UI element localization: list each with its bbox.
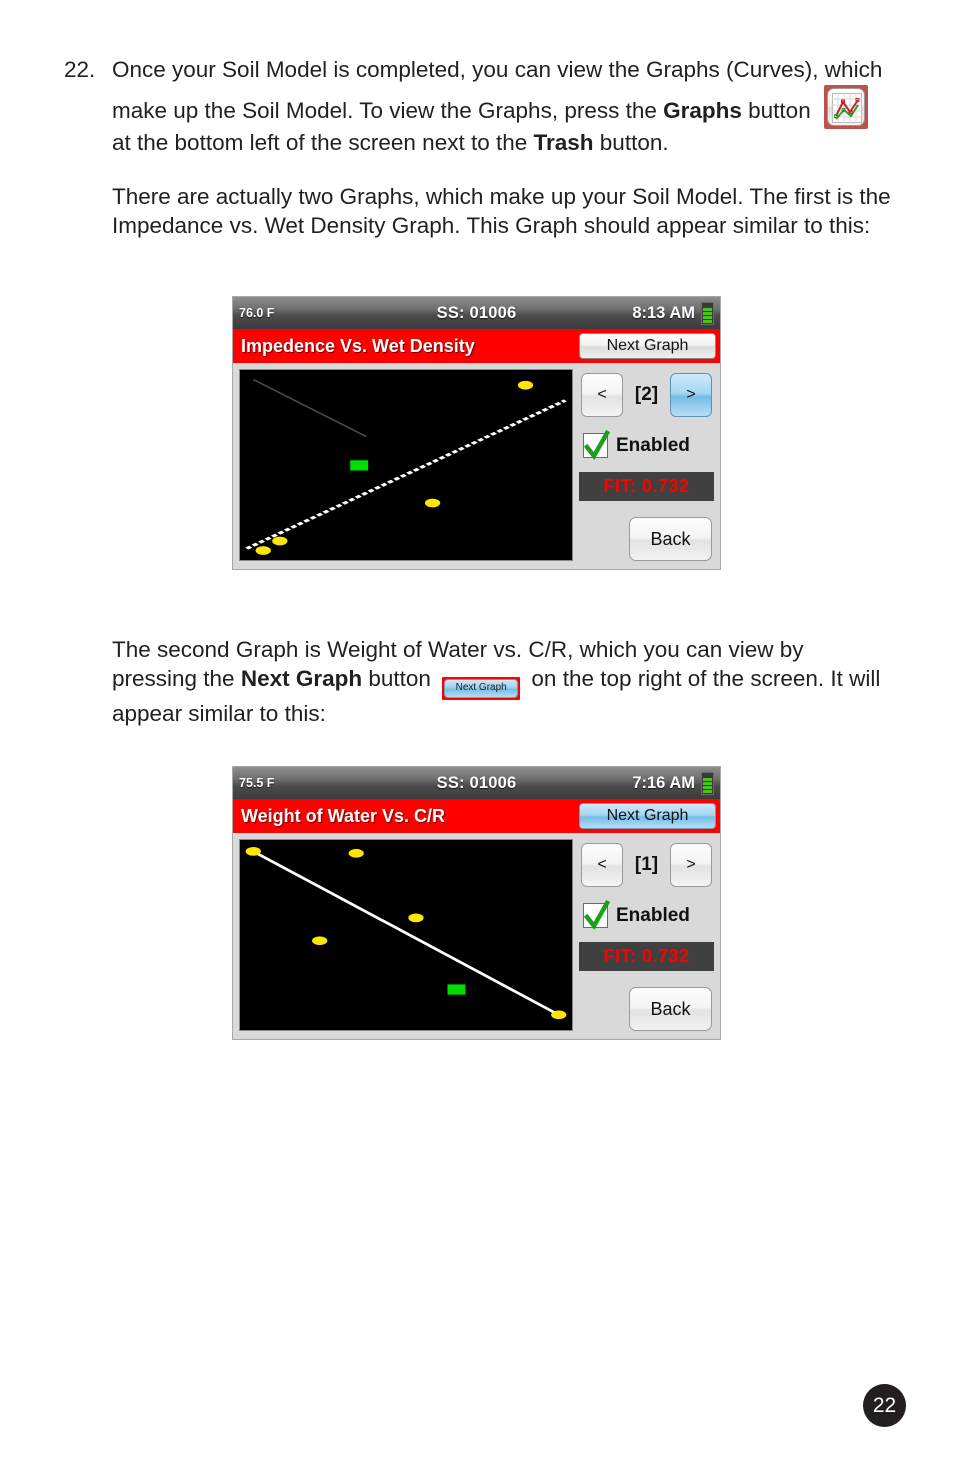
device2-enabled-label: Enabled [616,904,690,926]
device2-plot-area [239,839,573,1031]
device2-prev-graph-button[interactable]: < [581,843,623,887]
step-text-part-3: at the bottom left of the screen next to… [112,129,534,155]
step-text-part-4: button. [593,129,669,155]
device1-graph-title: Impedence Vs. Wet Density [241,335,475,356]
device1-next-graph-button[interactable]: Next Graph [579,333,716,359]
paragraph-two: There are actually two Graphs, which mak… [112,184,891,238]
device1-time: 8:13 AM [632,303,695,322]
device2-side-panel: < [1] > Enabled FIT: 0.732 Back [579,839,714,1031]
device2-next-button[interactable]: > [669,843,712,887]
device1-back-row: Back [579,517,714,561]
graphs-chart-icon [826,87,865,126]
device2-back-row: Back [579,987,714,1031]
step-text-part-2: button [741,97,817,123]
device-screenshot-impedance-graph: 76.0 F SS: 01006 8:13 AM Impedence Vs. W… [232,296,721,570]
device2-body: < [1] > Enabled FIT: 0.732 Back [233,833,720,1039]
step-number: 22. [64,57,96,82]
checkmark-icon [583,900,611,931]
document-body: 22. Once your Soil Model is completed, y… [64,56,894,240]
device1-enabled-row[interactable]: Enabled [579,430,714,461]
battery-icon [701,299,714,325]
device1-prev-graph-button[interactable]: < [581,373,623,417]
device1-title-bar: Impedence Vs. Wet Density Next Graph [233,329,720,363]
device2-next-graph-button[interactable]: Next Graph [579,803,716,829]
device2-graph-index: [1] [634,854,659,875]
device1-status-bar: 76.0 F SS: 01006 8:13 AM [233,297,720,329]
inline-next-graph-button: Next Graph [444,678,519,698]
paragraph-three: The second Graph is Weight of Water vs. … [112,636,894,728]
graphs-bold-word: Graphs [663,97,742,123]
device2-status-bar: 75.5 F SS: 01006 7:16 AM [233,767,720,799]
device2-enabled-checkbox[interactable] [583,900,611,931]
device1-nav-row: < [2] > [579,373,714,417]
step-text: Once your Soil Model is completed, you c… [112,56,894,157]
device1-back-button[interactable]: Back [629,517,712,561]
device2-title-bar: Weight of Water Vs. C/R Next Graph [233,799,720,833]
device2-enabled-row[interactable]: Enabled [579,900,714,931]
next-graph-button-callout: Next Graph [442,676,521,700]
graphs-button-callout [823,84,868,129]
device2-status-right: 7:16 AM [632,769,714,795]
device-screenshot-weight-of-water-graph: 75.5 F SS: 01006 7:16 AM Weight of Water… [232,766,721,1040]
checkmark-icon [583,430,611,461]
next-graph-bold-word: Next Graph [240,665,363,691]
device1-side-panel: < [2] > Enabled FIT: 0.732 Back [579,369,714,561]
device2-time: 7:16 AM [632,773,695,792]
trash-bold-word: Trash [533,129,594,155]
document-body-lower: The second Graph is Weight of Water vs. … [64,636,894,728]
device2-fit-value: FIT: 0.732 [579,942,714,971]
battery-icon [701,769,714,795]
device1-graph-index: [2] [634,384,659,405]
device1-plot-area [239,369,573,561]
device1-status-right: 8:13 AM [632,299,714,325]
device1-fit-value: FIT: 0.732 [579,472,714,501]
device2-graph-title: Weight of Water Vs. C/R [241,805,446,826]
device1-enabled-label: Enabled [616,434,690,456]
device1-body: < [2] > Enabled FIT: 0.732 Back [233,363,720,569]
device2-nav-row: < [1] > [579,843,714,887]
device1-enabled-checkbox[interactable] [583,430,611,461]
numbered-step-22: 22. Once your Soil Model is completed, y… [64,56,894,157]
paragraph-three-part-2: button [362,665,438,691]
device2-back-button[interactable]: Back [629,987,712,1031]
page-number-badge: 22 [863,1384,906,1427]
device1-next-button[interactable]: > [669,373,712,417]
